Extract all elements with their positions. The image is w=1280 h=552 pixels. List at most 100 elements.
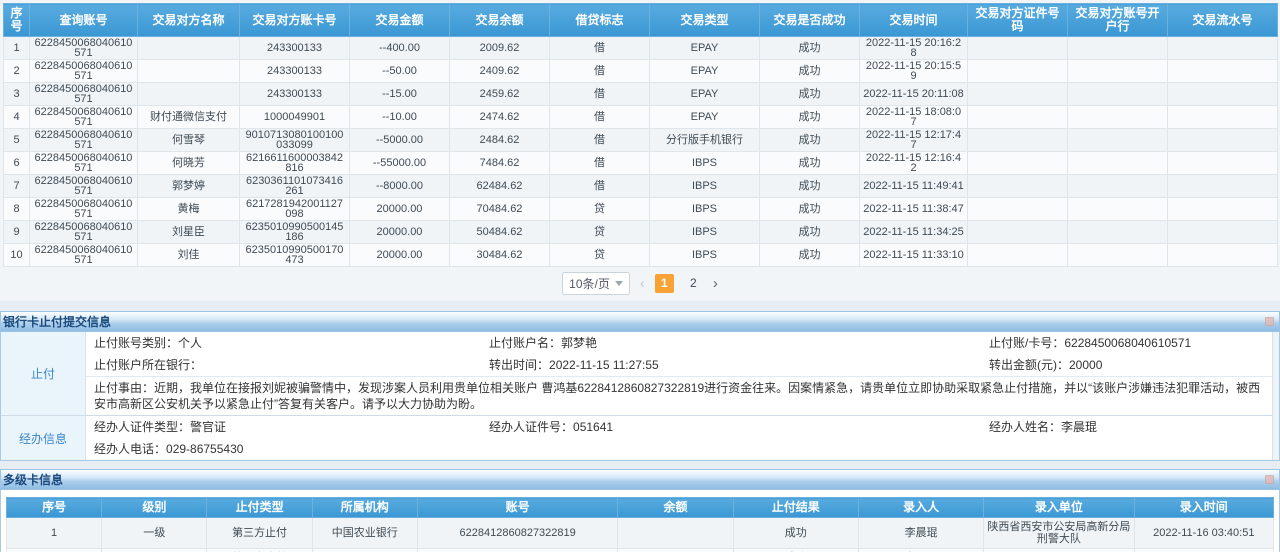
prev-page-button[interactable]: ‹ [640, 274, 645, 293]
field-operator-name: 经办人姓名：李晨琨 [989, 420, 1262, 434]
cell-amount: --8000.00 [350, 175, 450, 198]
cell-txn-serial [1168, 244, 1278, 267]
cell-level: 二级 [102, 549, 207, 552]
cell-counterparty-card: 6235010990500170473 [240, 244, 350, 267]
cell-counterparty-name: 郭梦婷 [138, 175, 240, 198]
page-button-2[interactable]: 2 [684, 274, 703, 293]
multi-card-table: 序号 级别 止付类型 所属机构 账号 余额 止付结果 录入人 录入单位 录入时间… [6, 497, 1274, 552]
cell-amount: 20000.00 [350, 244, 450, 267]
cell-counterparty-name: 何晓芳 [138, 152, 240, 175]
cell-seq: 1 [4, 37, 30, 60]
cell-txn-success: 成功 [760, 37, 860, 60]
col-counterparty-name: 交易对方名称 [138, 4, 240, 37]
cell-seq: 2 [7, 549, 102, 552]
cell-seq: 4 [4, 106, 30, 129]
field-value: 029-86755430 [166, 442, 243, 456]
field-card-number: 止付账/卡号：6228450068040610571 [989, 336, 1262, 350]
col-amount: 交易金额 [350, 4, 450, 37]
stop-payment-section-title: 银行卡止付提交信息 [3, 313, 111, 330]
cell-query-account: 6228450068040610571 [30, 175, 138, 198]
transaction-row: 2 6228450068040610571 243300133 --50.00 … [4, 60, 1278, 83]
field-value: 李晨琨 [1061, 420, 1097, 434]
cell-debit-credit-flag: 借 [550, 83, 650, 106]
cell-seq: 6 [4, 152, 30, 175]
collapse-icon[interactable] [1265, 475, 1274, 484]
cell-seq: 10 [4, 244, 30, 267]
cell-counterparty-name: 刘星臣 [138, 221, 240, 244]
field-operator-phone: 经办人电话：029-86755430 [94, 442, 489, 456]
cell-query-account: 6228450068040610571 [30, 37, 138, 60]
cell-seq: 7 [4, 175, 30, 198]
stop-payment-group: 止付 止付账号类别：个人 止付账户名：郭梦艳 止付账/卡号：6228450068… [1, 332, 1272, 416]
col-query-account: 查询账号 [30, 4, 138, 37]
cell-debit-credit-flag: 贷 [550, 221, 650, 244]
cell-counterparty-bank [1068, 198, 1168, 221]
field-operator-cert-no: 经办人证件号：051641 [489, 420, 989, 434]
pagination: 10条/页 ‹ 1 2 › [0, 267, 1280, 301]
cell-counterparty-card: 6235010990500145186 [240, 221, 350, 244]
cell-txn-success: 成功 [760, 221, 860, 244]
cell-amount: --10.00 [350, 106, 450, 129]
field-label: 转出时间： [489, 358, 549, 372]
cell-result: 成功 [733, 518, 858, 549]
multi-card-row: 1 一级 第三方止付 中国农业银行 6228412860827322819 成功… [7, 518, 1274, 549]
cell-txn-success: 成功 [760, 106, 860, 129]
field-label: 经办人证件类型： [94, 420, 190, 434]
scrollbar[interactable] [1272, 332, 1279, 460]
cell-counterparty-id-number [968, 221, 1068, 244]
cell-balance: 30484.62 [450, 244, 550, 267]
cell-query-account: 6228450068040610571 [30, 221, 138, 244]
cell-debit-credit-flag: 借 [550, 60, 650, 83]
col-result: 止付结果 [733, 498, 858, 518]
cell-query-account: 6228450068040610571 [30, 244, 138, 267]
col-operator: 录入人 [858, 498, 983, 518]
field-label: 止付账/卡号： [989, 336, 1064, 350]
field-row: 止付账户所在银行： 转出时间：2022-11-15 11:27:55 转出金额(… [86, 354, 1272, 376]
field-label: 经办人姓名： [989, 420, 1061, 434]
col-counterparty-card: 交易对方账卡号 [240, 4, 350, 37]
transaction-row: 6 6228450068040610571 何晓芳 62166116000038… [4, 152, 1278, 175]
cell-counterparty-id-number [968, 244, 1068, 267]
cell-txn-type: EPAY [650, 83, 760, 106]
field-operator-cert-type: 经办人证件类型：警官证 [94, 420, 489, 434]
cell-txn-success: 成功 [760, 244, 860, 267]
transaction-row: 5 6228450068040610571 何雪琴 90107130801001… [4, 129, 1278, 152]
collapse-icon[interactable] [1265, 317, 1274, 326]
cell-txn-type: EPAY [650, 37, 760, 60]
cell-balance: 2484.62 [450, 129, 550, 152]
cell-balance: 7484.62 [450, 152, 550, 175]
cell-amount: --55000.00 [350, 152, 450, 175]
cell-seq: 9 [4, 221, 30, 244]
cell-balance: 62484.62 [450, 175, 550, 198]
cell-txn-success: 成功 [760, 83, 860, 106]
page-size-select[interactable]: 10条/页 [562, 272, 630, 295]
cell-counterparty-id-number [968, 83, 1068, 106]
cell-txn-success: 成功 [760, 129, 860, 152]
transactions-panel: 序号 查询账号 交易对方名称 交易对方账卡号 交易金额 交易余额 借贷标志 交易… [0, 0, 1280, 267]
field-label: 经办人证件号： [489, 420, 573, 434]
multi-card-body: 1 一级 第三方止付 中国农业银行 6228412860827322819 成功… [7, 518, 1274, 552]
cell-counterparty-name [138, 83, 240, 106]
cell-counterparty-bank [1068, 106, 1168, 129]
col-counterparty-id-number: 交易对方证件号码 [968, 4, 1068, 37]
transaction-row: 4 6228450068040610571 财付通微信支付 1000049901… [4, 106, 1278, 129]
cell-txn-success: 成功 [760, 175, 860, 198]
cell-amount: --5000.00 [350, 129, 450, 152]
cell-txn-time: 2022-11-15 11:34:25 [860, 221, 968, 244]
cell-txn-time: 2022-11-15 11:38:47 [860, 198, 968, 221]
cell-txn-serial [1168, 221, 1278, 244]
field-label: 止付账户所在银行： [94, 358, 202, 372]
col-txn-success: 交易是否成功 [760, 4, 860, 37]
cell-operator: 李晨琨 [858, 549, 983, 552]
multi-card-header-row: 序号 级别 止付类型 所属机构 账号 余额 止付结果 录入人 录入单位 录入时间 [7, 498, 1274, 518]
page-button-1[interactable]: 1 [655, 274, 674, 293]
cell-txn-serial [1168, 129, 1278, 152]
cell-debit-credit-flag: 贷 [550, 244, 650, 267]
cell-query-account: 6228450068040610571 [30, 83, 138, 106]
cell-seq: 5 [4, 129, 30, 152]
cell-balance: 70484.62 [450, 198, 550, 221]
next-page-button[interactable]: › [713, 274, 718, 293]
cell-counterparty-bank [1068, 129, 1168, 152]
col-org: 所属机构 [312, 498, 417, 518]
transaction-row: 1 6228450068040610571 243300133 --400.00… [4, 37, 1278, 60]
